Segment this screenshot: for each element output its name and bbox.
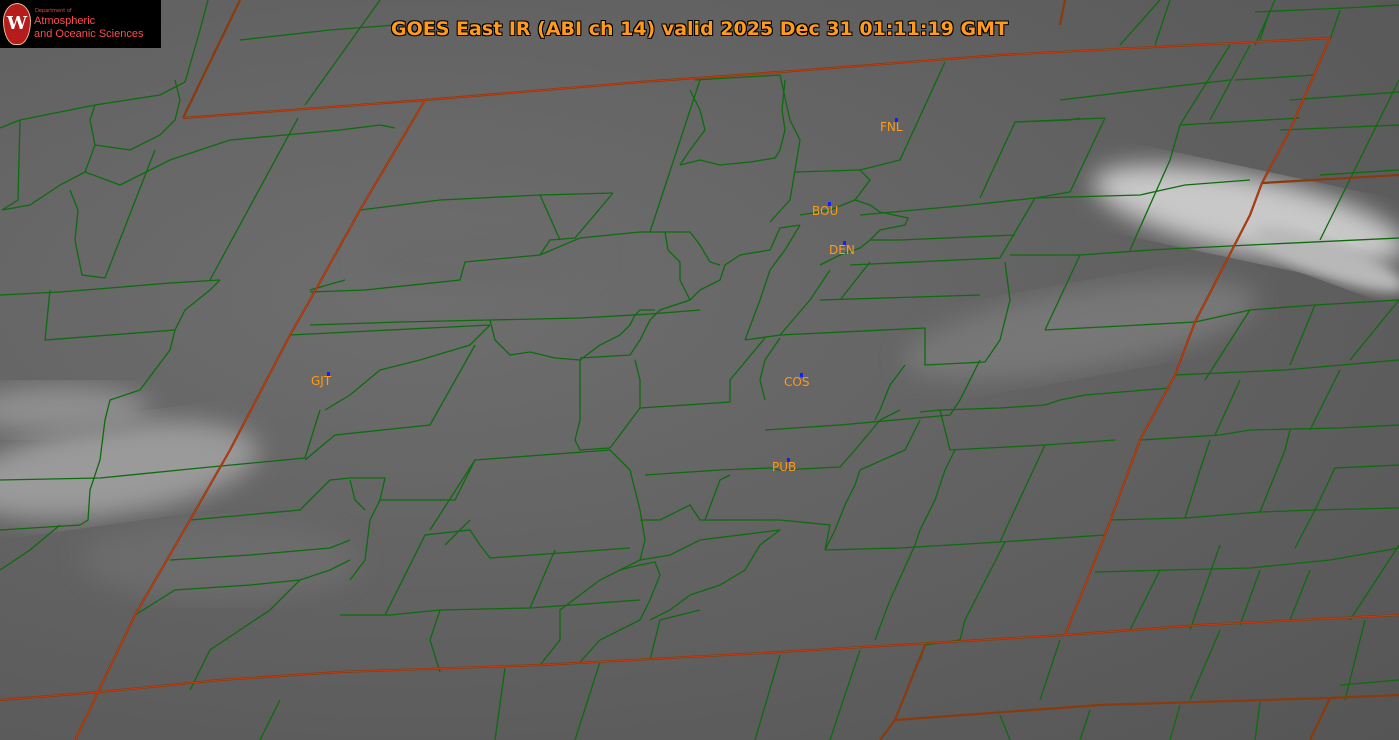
station-den: DEN	[829, 241, 855, 257]
station-label: COS	[784, 375, 810, 389]
station-cos: COS	[784, 373, 810, 389]
station-label: PUB	[772, 460, 797, 474]
county-boundaries	[0, 0, 1399, 740]
station-gjt: GJT	[311, 372, 332, 388]
ir-map	[0, 0, 1399, 740]
station-marker-icon	[843, 241, 846, 245]
station-label: DEN	[829, 243, 855, 257]
station-label: BOU	[812, 204, 839, 218]
station-marker-icon	[800, 373, 803, 377]
station-label: FNL	[880, 120, 903, 134]
station-marker-icon	[895, 118, 898, 122]
station-marker-icon	[787, 458, 790, 462]
cloud-layer	[0, 165, 1399, 600]
station-marker-icon	[828, 202, 831, 206]
image-title: GOES East IR (ABI ch 14) valid 2025 Dec …	[391, 18, 1008, 40]
station-label: GJT	[311, 374, 332, 388]
station-marker-icon	[327, 372, 330, 376]
station-pub: PUB	[772, 458, 797, 474]
station-bou: BOU	[812, 202, 839, 218]
satellite-image-viewer: W Department of Atmospheric and Oceanic …	[0, 0, 1399, 740]
station-fnl: FNL	[880, 118, 903, 134]
logo-dept-text: Department of	[35, 8, 72, 14]
